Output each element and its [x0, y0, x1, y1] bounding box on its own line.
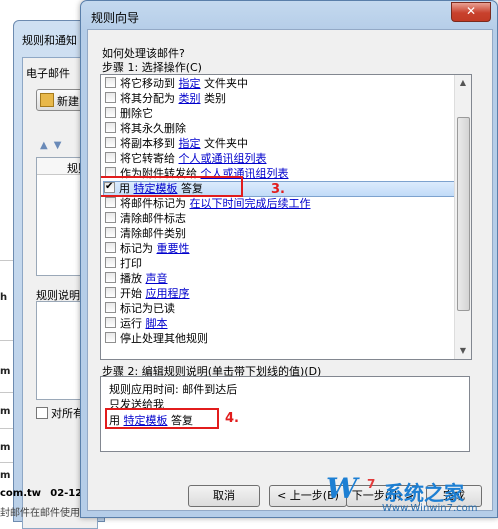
- action-item-clear-category[interactable]: 清除邮件类别: [105, 227, 186, 241]
- rule-description-editor[interactable]: 规则应用时间: 邮件到达后 只发送给我 用 特定模板 答复 4.: [100, 376, 470, 452]
- checkbox[interactable]: [105, 287, 116, 298]
- watermark-logo: W 7 系统之家 Www.Winwin7.com: [326, 469, 496, 519]
- action-link[interactable]: 个人或通讯组列表: [179, 152, 267, 165]
- checkbox[interactable]: [105, 272, 116, 283]
- action-text: 将它移动到: [120, 77, 175, 90]
- action-link[interactable]: 在以下时间完成后续工作: [190, 197, 311, 210]
- logo-number: 7: [367, 477, 376, 491]
- action-link[interactable]: 指定: [179, 137, 201, 150]
- apply-all-folders-checkbox[interactable]: 对所有: [36, 405, 84, 421]
- action-item-delete[interactable]: 删除它: [105, 107, 153, 121]
- checkbox[interactable]: [105, 302, 116, 313]
- action-text: 标记为已读: [120, 302, 175, 315]
- tab-email-rules[interactable]: 电子邮件: [26, 65, 70, 81]
- action-item-clear-flag[interactable]: 清除邮件标志: [105, 212, 186, 226]
- action-text: 清除邮件标志: [120, 212, 186, 225]
- dialog-client-area: 如何处理该邮件? 步骤 1: 选择操作(C) 将它移动到 指定 文件夹中 将其分…: [87, 29, 493, 511]
- action-item-run-script[interactable]: 运行 脚本: [105, 317, 168, 331]
- action-item-print[interactable]: 打印: [105, 257, 142, 271]
- annotation-step3: 3.: [271, 182, 285, 197]
- description-line-1: 规则应用时间: 邮件到达后: [109, 383, 238, 396]
- window-title: 规则和通知: [22, 34, 77, 47]
- action-text: 将它转寄给: [120, 152, 175, 165]
- logo-site: Www.Winwin7.com: [382, 503, 478, 514]
- footer-time: 02-12: [50, 488, 83, 499]
- action-item-forward[interactable]: 将它转寄给 个人或通讯组列表: [105, 152, 267, 166]
- checkbox[interactable]: [105, 122, 116, 133]
- action-link[interactable]: 应用程序: [146, 287, 190, 300]
- checkbox[interactable]: [105, 77, 116, 88]
- scroll-up-icon[interactable]: ▲: [455, 75, 471, 91]
- action-text: 标记为: [120, 242, 153, 255]
- action-text: 打印: [120, 257, 142, 270]
- action-text: 将副本移到: [120, 137, 175, 150]
- dialog-title: 规则向导: [91, 11, 140, 25]
- checkbox[interactable]: [105, 107, 116, 118]
- checkbox[interactable]: [105, 212, 116, 223]
- close-icon: ✕: [465, 4, 477, 18]
- checkbox[interactable]: [105, 332, 116, 343]
- action-link[interactable]: 脚本: [146, 317, 168, 330]
- action-text: 停止处理其他规则: [120, 332, 208, 345]
- action-text: 将其永久删除: [120, 122, 186, 135]
- action-item-mark-read[interactable]: 标记为已读: [105, 302, 175, 316]
- checkbox[interactable]: [105, 227, 116, 238]
- cancel-button[interactable]: 取消: [188, 485, 260, 507]
- highlight-box-step4: [105, 408, 219, 429]
- action-item-flag-message[interactable]: 将邮件标记为 在以下时间完成后续工作: [105, 197, 311, 211]
- new-rule-icon: [40, 93, 54, 107]
- checkbox[interactable]: [105, 152, 116, 163]
- scroll-thumb[interactable]: [457, 117, 470, 311]
- action-text: 播放: [120, 272, 142, 285]
- action-link[interactable]: 类别: [179, 92, 201, 105]
- action-link[interactable]: 声音: [146, 272, 168, 285]
- footer-subtext: 封邮件在邮件使用...: [0, 508, 90, 519]
- action-link[interactable]: 重要性: [157, 242, 190, 255]
- rules-wizard-dialog: 规则向导 ✕ 如何处理该邮件? 步骤 1: 选择操作(C) 将它移动到 指定 文…: [80, 0, 498, 518]
- action-item-assign-category[interactable]: 将其分配为 类别 类别: [105, 92, 226, 106]
- action-item-copy-to-folder[interactable]: 将副本移到 指定 文件夹中: [105, 137, 248, 151]
- step1-label: 步骤 1: 选择操作(C): [102, 61, 202, 74]
- checkbox[interactable]: [105, 317, 116, 328]
- action-link[interactable]: 指定: [179, 77, 201, 90]
- action-text: 清除邮件类别: [120, 227, 186, 240]
- action-text: 开始: [120, 287, 142, 300]
- new-rule-label: 新建: [57, 95, 79, 108]
- annotation-step4: 4.: [225, 411, 239, 426]
- highlight-box-step3: [101, 176, 243, 197]
- action-item-move-to-folder[interactable]: 将它移动到 指定 文件夹中: [105, 77, 248, 91]
- checkbox[interactable]: [105, 92, 116, 103]
- action-text: 文件夹中: [204, 137, 248, 150]
- checkbox[interactable]: [105, 257, 116, 268]
- action-item-permanently-delete[interactable]: 将其永久删除: [105, 122, 186, 136]
- logo-letter: W: [326, 472, 358, 505]
- checkbox[interactable]: [105, 242, 116, 253]
- actions-list-scrollbar[interactable]: ▲ ▼: [454, 75, 471, 359]
- logo-text: 系统之家: [384, 481, 464, 505]
- action-text: 文件夹中: [204, 77, 248, 90]
- move-arrows[interactable]: ▲▼: [40, 140, 67, 151]
- action-item-play-sound[interactable]: 播放 声音: [105, 272, 168, 286]
- actions-list[interactable]: 将它移动到 指定 文件夹中 将其分配为 类别 类别 删除它 将其永久删除 将副本…: [100, 74, 472, 360]
- action-text: 运行: [120, 317, 142, 330]
- checkbox[interactable]: [105, 197, 116, 208]
- action-text: 类别: [204, 92, 226, 105]
- action-item-start-application[interactable]: 开始 应用程序: [105, 287, 190, 301]
- checkbox[interactable]: [105, 137, 116, 148]
- action-text: 删除它: [120, 107, 153, 120]
- action-text: 将其分配为: [120, 92, 175, 105]
- action-text: 将邮件标记为: [120, 197, 186, 210]
- footer-domain: com.tw: [0, 488, 42, 499]
- close-button[interactable]: ✕: [451, 2, 491, 22]
- checkbox[interactable]: [36, 407, 48, 419]
- action-item-stop-processing[interactable]: 停止处理其他规则: [105, 332, 208, 346]
- scroll-down-icon[interactable]: ▼: [455, 343, 471, 359]
- action-item-mark-importance[interactable]: 标记为 重要性: [105, 242, 190, 256]
